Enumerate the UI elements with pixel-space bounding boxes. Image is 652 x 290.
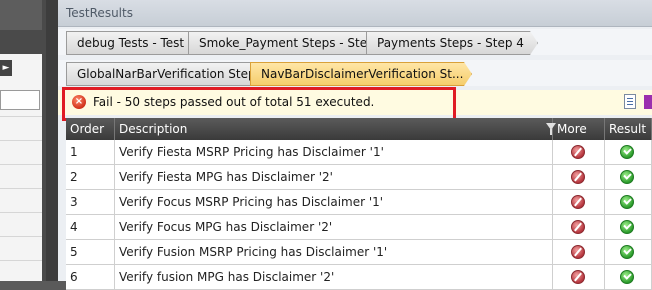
left-pane-row-divider <box>0 212 42 213</box>
cell-description: Verify Fiesta MSRP Pricing has Disclaime… <box>115 140 553 164</box>
breadcrumb-payments-steps[interactable]: Payments Steps - Step 4 <box>366 31 538 55</box>
breadcrumb: debug Tests - Test 1 Smoke_Payment Steps… <box>58 29 652 55</box>
more-details-icon[interactable] <box>571 270 585 284</box>
results-table: Order Description More Result 1 Verify F… <box>66 118 652 290</box>
result-cell <box>605 140 652 164</box>
more-cell <box>553 165 605 189</box>
cell-order: 3 <box>66 190 115 214</box>
column-header-result[interactable]: Result <box>605 118 652 140</box>
table-row[interactable]: 6 Verify fusion MPG has Disclaimer '2' <box>66 265 652 290</box>
cell-order: 6 <box>66 265 115 289</box>
status-highlight-box <box>62 87 456 121</box>
cell-description: Verify Focus MSRP Pricing has Disclaimer… <box>115 190 553 214</box>
left-pane-row-divider <box>0 140 42 141</box>
more-details-icon[interactable] <box>571 145 585 159</box>
panel-header: TestResults <box>58 0 652 27</box>
cell-order: 2 <box>66 165 115 189</box>
cell-description: Verify Focus MPG has Disclaimer '2' <box>115 215 553 239</box>
breadcrumb-smoke-payment-steps[interactable]: Smoke_Payment Steps - Step 2 <box>188 31 394 55</box>
table-body: 1 Verify Fiesta MSRP Pricing has Disclai… <box>66 140 652 290</box>
breadcrumb: GlobalNarBarVerification Steps... NavBar… <box>58 60 652 86</box>
more-cell <box>553 140 605 164</box>
table-row[interactable]: 2 Verify Fiesta MPG has Disclaimer '2' <box>66 165 652 190</box>
more-cell <box>553 215 605 239</box>
more-details-icon[interactable] <box>571 220 585 234</box>
left-pane-row-divider <box>0 260 42 261</box>
toolbar-extra-icon[interactable] <box>644 95 652 109</box>
cell-order: 4 <box>66 215 115 239</box>
breadcrumb-navbar-disclaimer-verification[interactable]: NavBarDisclaimerVerification St... <box>250 62 472 86</box>
result-cell <box>605 215 652 239</box>
cell-description: Verify Fiesta MPG has Disclaimer '2' <box>115 165 553 189</box>
pass-check-icon <box>620 145 634 159</box>
more-details-icon[interactable] <box>571 170 585 184</box>
cell-description: Verify Fusion MSRP Pricing has Disclaime… <box>115 240 553 264</box>
result-cell <box>605 240 652 264</box>
table-row[interactable]: 4 Verify Focus MPG has Disclaimer '2' <box>66 215 652 240</box>
result-cell <box>605 165 652 189</box>
test-results-panel: TestResults debug Tests - Test 1 Smoke_P… <box>58 0 652 290</box>
table-row[interactable]: 5 Verify Fusion MSRP Pricing has Disclai… <box>66 240 652 265</box>
result-cell <box>605 190 652 214</box>
panel-title: TestResults <box>66 6 133 20</box>
pass-check-icon <box>620 270 634 284</box>
left-pane-input[interactable] <box>0 90 40 110</box>
cell-order: 1 <box>66 140 115 164</box>
pass-check-icon <box>620 220 634 234</box>
scroll-right-icon[interactable]: ► <box>0 60 12 76</box>
pane-splitter[interactable] <box>46 0 58 281</box>
more-details-icon[interactable] <box>571 195 585 209</box>
left-pane-row-divider <box>0 116 42 117</box>
breadcrumb-globalnarbar-verification[interactable]: GlobalNarBarVerification Steps... <box>66 62 278 86</box>
left-pane-list <box>0 54 42 281</box>
result-cell <box>605 265 652 289</box>
table-header: Order Description More Result <box>66 118 652 140</box>
table-row[interactable]: 1 Verify Fiesta MSRP Pricing has Disclai… <box>66 140 652 165</box>
pass-check-icon <box>620 245 634 259</box>
more-details-icon[interactable] <box>571 245 585 259</box>
column-header-description[interactable]: Description <box>115 118 553 140</box>
left-pane-row-divider <box>0 188 42 189</box>
report-document-icon[interactable] <box>624 94 636 109</box>
left-pane: ► <box>0 0 46 281</box>
pass-check-icon <box>620 195 634 209</box>
pass-check-icon <box>620 170 634 184</box>
more-cell <box>553 190 605 214</box>
more-cell <box>553 265 605 289</box>
column-header-order[interactable]: Order <box>66 118 115 140</box>
cell-order: 5 <box>66 240 115 264</box>
cell-description: Verify fusion MPG has Disclaimer '2' <box>115 265 553 289</box>
left-pane-row-divider <box>0 236 42 237</box>
left-pane-header <box>0 0 42 30</box>
column-header-more[interactable]: More <box>553 118 605 140</box>
left-pane-row-divider <box>0 164 42 165</box>
table-row[interactable]: 3 Verify Focus MSRP Pricing has Disclaim… <box>66 190 652 215</box>
more-cell <box>553 240 605 264</box>
